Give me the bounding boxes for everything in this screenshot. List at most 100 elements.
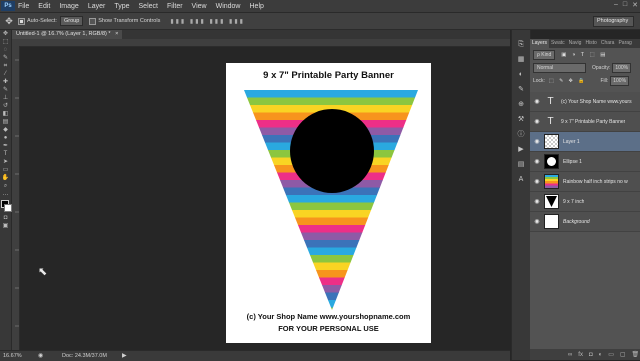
tool-presets-icon[interactable]: ⚒	[516, 115, 526, 125]
marquee-icon[interactable]: ⬚	[0, 38, 11, 46]
horizontal-ruler[interactable]	[12, 39, 510, 52]
delete-layer-icon[interactable]: 🗑	[632, 351, 640, 358]
brush-icon[interactable]: ✎	[0, 86, 11, 94]
menu-view[interactable]: View	[192, 3, 207, 10]
history-brush-icon[interactable]: ↺	[0, 102, 11, 110]
history-panel-icon[interactable]: ⎘	[516, 40, 526, 50]
status-bar: 16.67% ◉ Doc: 24.3M/37.0M ▶	[0, 350, 510, 361]
menu-select[interactable]: Select	[139, 3, 158, 10]
document-tab-label: Untitled-1 @ 16.7% (Layer 1, RGB/8) *	[16, 31, 111, 37]
show-transform-checkbox[interactable]	[89, 17, 97, 25]
tab-swatches[interactable]: Swatc	[549, 39, 567, 48]
auto-select-dropdown[interactable]: Group	[59, 16, 84, 26]
align-icons[interactable]: ▮▮▮ ▮▮▮ ▮▮▮ ▮▮▮	[170, 18, 245, 25]
visibility-eye-icon[interactable]: ◉	[530, 198, 544, 205]
close-window-button[interactable]: ✕	[632, 1, 638, 9]
menu-layer[interactable]: Layer	[88, 3, 106, 10]
character-panel-icon[interactable]: A	[516, 175, 526, 185]
layer-row[interactable]: ◉ Rainbow half inch strips no w	[530, 172, 640, 192]
type-icon[interactable]: T	[0, 150, 11, 158]
visibility-eye-icon[interactable]: ◉	[530, 138, 544, 145]
opacity-input[interactable]: 100%	[612, 63, 632, 73]
path-select-icon[interactable]: ➤	[0, 158, 11, 166]
menu-filter[interactable]: Filter	[167, 3, 183, 10]
pen-icon[interactable]: ✒	[0, 142, 11, 150]
visibility-eye-icon[interactable]: ◉	[530, 118, 544, 125]
vertical-ruler[interactable]	[12, 46, 20, 350]
more-tools-icon[interactable]: …	[0, 190, 11, 198]
layer-row[interactable]: ◉ T 9 x 7" Printable Party Banner	[530, 112, 640, 132]
stripe	[244, 90, 418, 98]
actions-panel-icon[interactable]: ▶	[516, 145, 526, 155]
status-menu-icon[interactable]: ▶	[122, 352, 127, 359]
adjustments-panel-icon[interactable]: ◐	[516, 70, 526, 80]
tab-paragraph[interactable]: Parag	[616, 39, 633, 48]
link-layers-icon[interactable]: ∞	[568, 352, 572, 358]
move-tool-icon[interactable]: ✥	[4, 16, 14, 26]
eyedropper-icon[interactable]: ⁄	[0, 70, 11, 78]
lasso-icon[interactable]: ◌	[0, 46, 11, 54]
new-layer-icon[interactable]: ▢	[620, 351, 626, 358]
color-swatches[interactable]	[0, 198, 12, 214]
document-tab[interactable]: Untitled-1 @ 16.7% (Layer 1, RGB/8) * ×	[12, 30, 123, 39]
background-color[interactable]	[4, 204, 12, 212]
visibility-eye-icon[interactable]: ◉	[530, 158, 544, 165]
triangle-thumbnail	[544, 194, 559, 209]
move-icon[interactable]: ✥	[0, 30, 11, 38]
canvas-area[interactable]: 9 x 7" Printable Party Banner (c) Your S…	[20, 47, 510, 350]
menu-type[interactable]: Type	[114, 3, 129, 10]
document-page[interactable]: 9 x 7" Printable Party Banner (c) Your S…	[226, 63, 431, 343]
menu-edit[interactable]: Edit	[38, 3, 50, 10]
heal-icon[interactable]: ✚	[0, 78, 11, 86]
clone-source-icon[interactable]: ⊕	[516, 100, 526, 110]
menu-file[interactable]: File	[18, 3, 29, 10]
fill-input[interactable]: 100%	[610, 76, 630, 86]
layer-row[interactable]: ◉ 9 x 7 inch	[530, 192, 640, 212]
quick-select-icon[interactable]: ✎	[0, 54, 11, 62]
tab-layers[interactable]: Layers	[530, 39, 550, 48]
kind-filter-dropdown[interactable]: ρ Kind	[533, 50, 556, 60]
styles-panel-icon[interactable]: ▤	[516, 160, 526, 170]
properties-panel-icon[interactable]: ▦	[516, 55, 526, 65]
crop-icon[interactable]: ⌗	[0, 62, 11, 70]
maximize-button[interactable]: □	[623, 1, 627, 9]
minimize-button[interactable]: –	[614, 1, 618, 9]
layer-row-selected[interactable]: ◉ Layer 1	[530, 132, 640, 152]
visibility-eye-icon[interactable]: ◉	[530, 218, 544, 225]
new-group-icon[interactable]: ▭	[608, 351, 614, 358]
gradient-icon[interactable]: ▤	[0, 118, 11, 126]
auto-select-checkbox[interactable]	[18, 17, 25, 25]
lock-icons[interactable]: ⬚ ✎ ✥ 🔒	[549, 78, 587, 84]
menu-image[interactable]: Image	[59, 3, 78, 10]
menu-window[interactable]: Window	[216, 3, 241, 10]
brush-panel-icon[interactable]: ✎	[516, 85, 526, 95]
filter-icons[interactable]: ▣ ◑ T ⬚ ▤	[561, 52, 607, 58]
visibility-eye-icon[interactable]: ◉	[530, 98, 544, 105]
shape-icon[interactable]: ▭	[0, 166, 11, 174]
zoom-icon[interactable]: ⌕	[0, 182, 11, 190]
layer-row[interactable]: ◉ Background	[530, 212, 640, 232]
layer-style-icon[interactable]: fx	[578, 352, 583, 358]
eraser-icon[interactable]: ◧	[0, 110, 11, 118]
screen-mode-icon[interactable]: ▣	[0, 222, 11, 230]
tab-character[interactable]: Chara	[599, 39, 617, 48]
document-tab-close[interactable]: ×	[115, 31, 118, 37]
status-icon: ◉	[38, 353, 44, 359]
tab-navigator[interactable]: Navig	[567, 39, 584, 48]
layer-row[interactable]: ◉ T (c) Your Shop Name www.yours	[530, 92, 640, 112]
layer-row[interactable]: ◉ Ellipse 1	[530, 152, 640, 172]
menu-help[interactable]: Help	[250, 3, 264, 10]
tab-histogram[interactable]: Histo	[583, 39, 598, 48]
zoom-level[interactable]: 16.67%	[3, 353, 22, 359]
workspace-dropdown[interactable]: Photography	[593, 16, 634, 27]
adjustment-layer-icon[interactable]: ◐	[599, 352, 603, 358]
add-mask-icon[interactable]: ◘	[589, 352, 593, 358]
info-panel-icon[interactable]: ⓘ	[516, 130, 526, 140]
stamp-icon[interactable]: ⊥	[0, 94, 11, 102]
visibility-eye-icon[interactable]: ◉	[530, 178, 544, 185]
blur-icon[interactable]: ◆	[0, 126, 11, 134]
quick-mask-icon[interactable]: ◘	[0, 214, 11, 222]
hand-icon[interactable]: ✋	[0, 174, 11, 182]
blend-mode-dropdown[interactable]: Normal	[533, 63, 586, 73]
dodge-icon[interactable]: ●	[0, 134, 11, 142]
